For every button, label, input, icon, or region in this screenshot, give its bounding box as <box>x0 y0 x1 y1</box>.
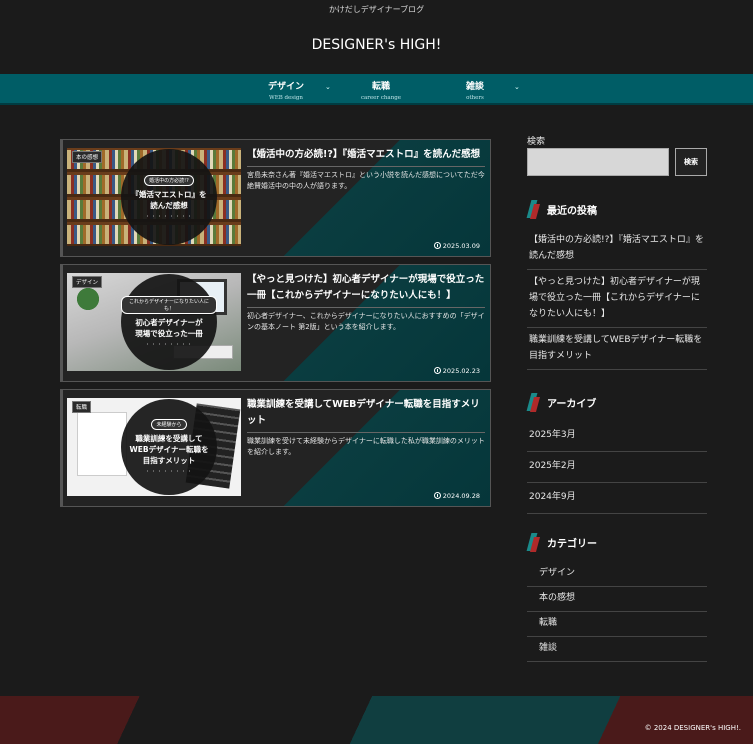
post-card[interactable]: 本の感想 婚活中の方必読!? 『婚活マエストロ』を 読んだ感想 ・・・・・・・・… <box>60 139 491 257</box>
clock-icon <box>433 367 441 374</box>
copyright: © 2024 DESIGNER's HIGH!. <box>644 724 741 732</box>
chevron-down-icon[interactable]: ⌄ <box>325 83 331 91</box>
nav-item-label: 雑談 <box>465 82 484 92</box>
archive-heading: アーカイブ <box>527 391 596 413</box>
stripe-logo-icon <box>527 391 541 413</box>
post-title[interactable]: 【やっと見つけた】初心者デザイナーが現場で役立った一冊【これからデザイナーになり… <box>247 272 485 308</box>
category-link[interactable]: 転職 <box>527 612 707 637</box>
recent-post-link[interactable]: 【婚活中の方必読!?】『婚活マエストロ』を読んだ感想 <box>527 228 707 270</box>
nav-item-sublabel: career change <box>360 95 402 101</box>
thumbnail-badge: 婚活中の方必読!? <box>144 174 194 186</box>
category-list: デザイン 本の感想 転職 雑談 <box>527 562 707 662</box>
post-date: 2025.02.23 <box>433 367 480 375</box>
chevron-down-icon[interactable]: ⌄ <box>514 83 520 91</box>
post-excerpt: 初心者デザイナー、これからデザイナーになりたい人におすすめの「デザインの基本ノー… <box>247 312 485 331</box>
thumbnail-title-line: WEBデザイナー転職を <box>129 445 209 454</box>
post-date: 2025.03.09 <box>433 242 480 250</box>
category-badge: 転職 <box>72 401 92 413</box>
category-link[interactable]: 雑談 <box>527 637 707 662</box>
category-link[interactable]: 本の感想 <box>527 587 707 612</box>
post-date: 2024.09.28 <box>433 492 480 500</box>
recent-posts-heading: 最近の投稿 <box>527 198 597 220</box>
post-thumbnail[interactable]: デザイン これからデザイナーになりたい人にも！ 初心者デザイナーが 現場で役立っ… <box>67 273 241 371</box>
clock-icon <box>433 242 441 249</box>
post-thumbnail[interactable]: 本の感想 婚活中の方必読!? 『婚活マエストロ』を 読んだ感想 ・・・・・・・・ <box>67 148 241 246</box>
search-label: 検索 <box>527 137 546 147</box>
post-title[interactable]: 職業訓練を受講してWEBデザイナー転職を目指すメリット <box>247 397 485 433</box>
thumbnail-title-line: 現場で役立った一冊 <box>135 329 203 338</box>
category-badge: 本の感想 <box>72 151 103 163</box>
nav-item-design[interactable]: デザイン WEB design <box>262 79 310 101</box>
thumbnail-title-line: 『婚活マエストロ』を <box>131 189 207 199</box>
post-excerpt: 宮島未奈さん著『婚活マエストロ』という小説を読んだ感想についてただ今絶賛婚活中の… <box>247 171 485 190</box>
thumbnail-title-line: 読んだ感想 <box>150 200 188 210</box>
thumbnail-title-line: 初心者デザイナーが <box>135 318 203 327</box>
post-title[interactable]: 【婚活中の方必読!?】『婚活マエストロ』を読んだ感想 <box>247 147 485 167</box>
global-nav: デザイン WEB design ⌄ 転職 career change 雑談 ot… <box>0 74 753 105</box>
stripe-logo-icon <box>527 531 541 553</box>
category-link[interactable]: デザイン <box>527 562 707 587</box>
site-title[interactable]: DESIGNER's HIGH! <box>0 37 753 53</box>
recent-posts-list: 【婚活中の方必読!?】『婚活マエストロ』を読んだ感想 【やっと見つけた】初心者デ… <box>527 228 707 370</box>
recent-post-link[interactable]: 【やっと見つけた】初心者デザイナーが現場で役立った一冊【これからデザイナーになり… <box>527 270 707 328</box>
thumbnail-title-line: 目指すメリット <box>142 456 196 465</box>
archive-link[interactable]: 2025年2月 <box>527 452 707 483</box>
stripe-logo-icon <box>527 198 541 220</box>
category-heading: カテゴリー <box>527 531 597 553</box>
clock-icon <box>433 492 441 499</box>
post-excerpt: 職業訓練を受けて未経験からデザイナーに転職した私が職業訓練のメリットを紹介します… <box>247 437 485 456</box>
nav-item-label: 転職 <box>371 82 390 92</box>
thumbnail-title-line: 職業訓練を受講して <box>135 434 203 443</box>
site-footer: © 2024 DESIGNER's HIGH!. <box>0 696 753 744</box>
nav-item-others[interactable]: 雑談 others <box>456 79 494 101</box>
site-tagline: かけだしデザイナーブログ <box>328 5 425 14</box>
thumbnail-badge: 未経験から <box>151 419 187 430</box>
nav-item-sublabel: others <box>466 95 484 101</box>
category-badge: デザイン <box>72 276 103 288</box>
post-card[interactable]: 転職 未経験から 職業訓練を受講して WEBデザイナー転職を 目指すメリット ・… <box>60 389 491 507</box>
archive-link[interactable]: 2025年3月 <box>527 421 707 452</box>
archive-list: 2025年3月 2025年2月 2024年9月 <box>527 421 707 514</box>
nav-item-label: デザイン <box>267 82 304 92</box>
search-button[interactable]: 検索 <box>675 148 707 176</box>
nav-item-sublabel: WEB design <box>269 95 303 101</box>
nav-item-career[interactable]: 転職 career change <box>356 79 406 101</box>
archive-link[interactable]: 2024年9月 <box>527 483 707 514</box>
thumbnail-badge: これからデザイナーになりたい人にも！ <box>121 296 217 314</box>
post-card[interactable]: デザイン これからデザイナーになりたい人にも！ 初心者デザイナーが 現場で役立っ… <box>60 264 491 382</box>
recent-post-link[interactable]: 職業訓練を受講してWEBデザイナー転職を目指すメリット <box>527 328 707 370</box>
post-thumbnail[interactable]: 転職 未経験から 職業訓練を受講して WEBデザイナー転職を 目指すメリット ・… <box>67 398 241 496</box>
search-input[interactable] <box>527 148 669 176</box>
